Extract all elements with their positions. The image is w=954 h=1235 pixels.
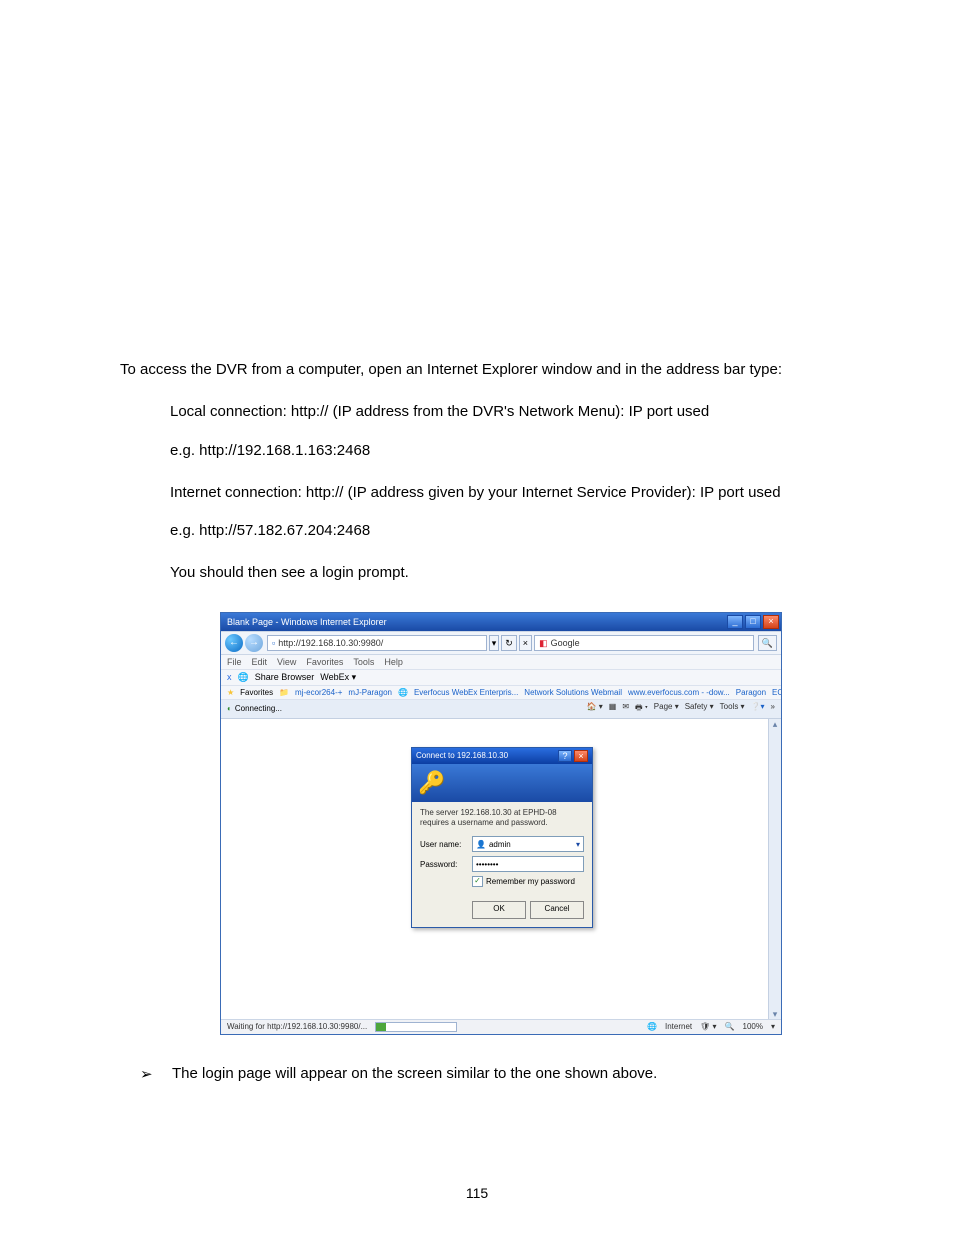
- mail-icon[interactable]: ✉: [622, 702, 629, 716]
- menu-bar: File Edit View Favorites Tools Help: [221, 655, 781, 670]
- back-button[interactable]: ←: [225, 634, 243, 652]
- page-content: Connect to 192.168.10.30 ? × 🔑 The serve…: [221, 719, 781, 1019]
- dialog-message: The server 192.168.10.30 at EPHD-08 requ…: [420, 808, 584, 829]
- go-dropdown[interactable]: ▾: [489, 635, 500, 651]
- bullet-icon: ➢: [120, 1065, 172, 1083]
- internet-zone-icon: 🌐: [647, 1022, 657, 1031]
- keys-icon: 🔑: [418, 770, 445, 796]
- favorites-bar: ★ Favorites 📁 mj-ecor264-+ mJ-Paragon 🌐 …: [221, 686, 781, 700]
- fav-item-3[interactable]: Network Solutions Webmail: [524, 688, 622, 697]
- tab-row: ◐ Connecting... 🏠 ▾ ▦ ✉ 🖶 ▾ Page ▾ Safet…: [221, 700, 781, 719]
- star-icon: ★: [227, 688, 234, 697]
- menu-tools[interactable]: Tools: [353, 657, 374, 667]
- zoom-dropdown[interactable]: ▾: [771, 1022, 775, 1031]
- local-line1: Local connection: http:// (IP address fr…: [170, 402, 834, 422]
- maximize-button[interactable]: □: [745, 615, 761, 629]
- fav-item-2[interactable]: Everfocus WebEx Enterpris...: [414, 688, 518, 697]
- internet-line2: e.g. http://57.182.67.204:2468: [170, 521, 834, 541]
- fav-item-6[interactable]: ECOR iConf Room: [772, 688, 781, 697]
- dialog-close-button[interactable]: ×: [574, 750, 588, 762]
- username-input[interactable]: 👤 admin: [472, 836, 584, 852]
- toolbar-overflow[interactable]: »: [771, 702, 775, 716]
- internet-zone: Internet: [665, 1022, 692, 1031]
- fav-item-4[interactable]: www.everfocus.com - -dow...: [628, 688, 730, 697]
- feeds-icon[interactable]: ▦: [609, 702, 617, 716]
- prompt-line: You should then see a login prompt.: [170, 563, 834, 583]
- search-placeholder: Google: [551, 636, 580, 650]
- page-icon: ▫: [272, 636, 275, 650]
- password-label: Password:: [420, 860, 472, 869]
- stop-button[interactable]: ×: [519, 635, 532, 651]
- intro-paragraph: To access the DVR from a computer, open …: [120, 360, 834, 380]
- refresh-button[interactable]: ↻: [501, 635, 517, 651]
- tab-label[interactable]: Connecting...: [235, 704, 282, 713]
- share-toolbar: x 🌐 Share Browser WebEx ▾: [221, 670, 781, 686]
- tools-menu[interactable]: Tools ▾: [720, 702, 745, 716]
- globe-icon: 🌐: [238, 672, 249, 683]
- local-line2: e.g. http://192.168.1.163:2468: [170, 441, 834, 461]
- password-input[interactable]: ••••••••: [472, 856, 584, 872]
- favorites-folder-icon: 📁: [279, 688, 289, 697]
- progress-bar: [375, 1022, 457, 1032]
- dialog-title: Connect to 192.168.10.30: [416, 751, 508, 760]
- webex-dropdown[interactable]: WebEx ▾: [320, 672, 356, 683]
- search-box[interactable]: ◧ Google: [534, 635, 754, 651]
- close-button[interactable]: ×: [763, 615, 779, 629]
- loading-icon: ◐: [227, 704, 232, 713]
- scrollbar[interactable]: ▴ ▾: [768, 719, 781, 1019]
- nav-toolbar: ← → ▫ http://192.168.10.30:9980/ ▾ ↻ × ◧…: [221, 631, 781, 655]
- password-value: ••••••••: [476, 860, 498, 869]
- zoom-icon[interactable]: 🔍: [725, 1022, 735, 1031]
- menu-help[interactable]: Help: [384, 657, 403, 667]
- bullet-text: The login page will appear on the screen…: [172, 1065, 657, 1083]
- ie-window: Blank Page - Windows Internet Explorer _…: [220, 612, 782, 1035]
- dialog-banner: 🔑: [412, 764, 592, 802]
- menu-view[interactable]: View: [277, 657, 296, 667]
- ok-button[interactable]: OK: [472, 901, 526, 919]
- user-icon: 👤: [476, 840, 486, 849]
- remember-checkbox[interactable]: ✓: [472, 876, 483, 887]
- protected-mode-icon[interactable]: 🛡 ▾: [700, 1022, 716, 1031]
- search-button[interactable]: 🔍: [758, 635, 777, 651]
- favorites-label[interactable]: Favorites: [240, 688, 273, 697]
- home-icon[interactable]: 🏠 ▾: [587, 702, 603, 716]
- fav-item-5[interactable]: Paragon: [736, 688, 766, 697]
- window-title: Blank Page - Windows Internet Explorer: [227, 617, 387, 627]
- safety-menu[interactable]: Safety ▾: [685, 702, 714, 716]
- status-bar: Waiting for http://192.168.10.30:9980/..…: [221, 1019, 781, 1034]
- address-text: http://192.168.10.30:9980/: [278, 636, 383, 650]
- share-label[interactable]: Share Browser: [255, 672, 315, 682]
- dialog-title-bar: Connect to 192.168.10.30 ? ×: [412, 748, 592, 764]
- username-label: User name:: [420, 840, 472, 849]
- scroll-up-icon[interactable]: ▴: [769, 719, 781, 729]
- menu-file[interactable]: File: [227, 657, 242, 667]
- share-close[interactable]: x: [227, 672, 232, 682]
- page-number: 115: [0, 1185, 954, 1201]
- menu-favorites[interactable]: Favorites: [306, 657, 343, 667]
- username-value: admin: [489, 840, 511, 849]
- menu-edit[interactable]: Edit: [252, 657, 268, 667]
- globe-icon-2: 🌐: [398, 688, 408, 697]
- address-bar[interactable]: ▫ http://192.168.10.30:9980/: [267, 635, 487, 651]
- print-icon[interactable]: 🖶 ▾: [635, 702, 648, 716]
- fav-item-1[interactable]: mJ-Paragon: [348, 688, 392, 697]
- auth-dialog: Connect to 192.168.10.30 ? × 🔑 The serve…: [411, 747, 593, 929]
- google-icon: ◧: [539, 636, 548, 650]
- status-text: Waiting for http://192.168.10.30:9980/..…: [227, 1022, 367, 1031]
- scroll-down-icon[interactable]: ▾: [769, 1009, 781, 1019]
- fav-item-0[interactable]: mj-ecor264-+: [295, 688, 342, 697]
- internet-line1: Internet connection: http:// (IP address…: [170, 483, 834, 503]
- cancel-button[interactable]: Cancel: [530, 901, 584, 919]
- remember-label: Remember my password: [486, 877, 575, 886]
- help-icon[interactable]: ❔▾: [751, 702, 765, 716]
- zoom-level[interactable]: 100%: [743, 1022, 763, 1031]
- window-title-bar: Blank Page - Windows Internet Explorer _…: [221, 613, 781, 631]
- minimize-button[interactable]: _: [727, 615, 743, 629]
- page-menu[interactable]: Page ▾: [654, 702, 679, 716]
- forward-button[interactable]: →: [245, 634, 263, 652]
- dialog-help-button[interactable]: ?: [558, 750, 572, 762]
